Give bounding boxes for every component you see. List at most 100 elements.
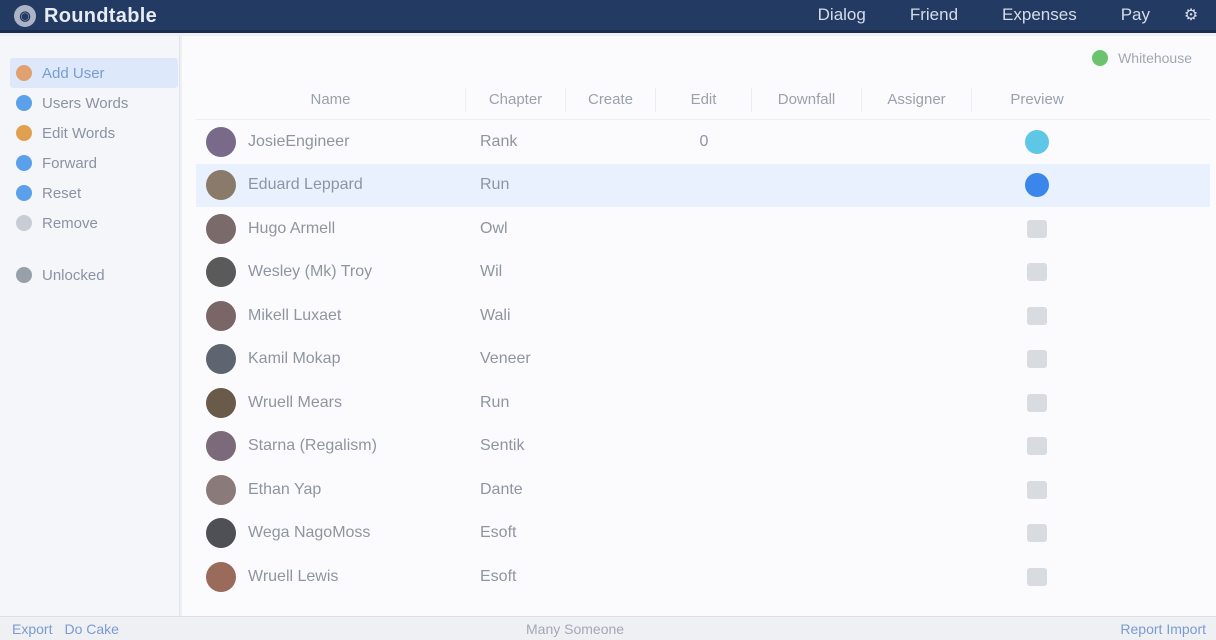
avatar [206, 518, 236, 549]
cell-chapter: Wil [480, 263, 503, 281]
column-header-chapter[interactable]: Chapter [466, 87, 566, 112]
sidebar-item[interactable]: Reset [10, 178, 178, 208]
column-header-create[interactable]: Create [566, 87, 656, 112]
sidebar-item-icon [16, 155, 32, 171]
table-body: JosieEngineer Rank 0 Eduard Leppard Run Hugo … [196, 120, 1210, 599]
cell-name: Wega NagoMoss [196, 518, 466, 549]
cell-preview [972, 393, 1102, 412]
preview-status-icon[interactable] [1025, 173, 1049, 198]
user-name: JosieEngineer [248, 132, 350, 150]
sidebar-item-icon [16, 215, 32, 231]
cell-chapter: Veneer [480, 350, 531, 368]
cell-chapter: Owl [480, 219, 508, 237]
sidebar-item-label: Users Words [42, 94, 129, 112]
preview-status-icon[interactable] [1027, 306, 1047, 325]
topnav-item-dialog[interactable]: Dialog [804, 5, 896, 25]
preview-status-icon[interactable] [1027, 350, 1047, 369]
user-name: Eduard Leppard [248, 176, 363, 194]
sidebar-list: Add User Users Words Edit Words Forward Rese… [10, 58, 178, 290]
cell-edit: 0 [699, 132, 709, 150]
preview-status-icon[interactable] [1025, 129, 1049, 154]
table-row[interactable]: Wruell Mears Run [196, 381, 1210, 425]
sidebar: Add User Users Words Edit Words Forward Rese… [0, 36, 180, 616]
cell-name: Hugo Armell [196, 213, 466, 244]
sidebar-item[interactable]: Add User [10, 58, 178, 88]
users-table: Name Chapter Create Edit Downfall Assign… [196, 80, 1210, 599]
sidebar-item-icon [16, 125, 32, 141]
column-header-downfall[interactable]: Downfall [752, 87, 862, 112]
cell-chapter: Esoft [480, 567, 517, 585]
cell-chapter: Dante [480, 480, 523, 498]
cell-name: Starna (Regalism) [196, 431, 466, 462]
table-row[interactable]: Hugo Armell Owl [196, 207, 1210, 251]
cell-preview [972, 263, 1102, 282]
table-row[interactable]: Kamil Mokap Veneer [196, 338, 1210, 382]
bottom-status: Many Someone [526, 621, 625, 637]
topnav-item-friend[interactable]: Friend [896, 5, 988, 25]
column-header-assigner[interactable]: Assigner [862, 87, 972, 112]
table-row[interactable]: Wesley (Mk) Troy Wil [196, 251, 1210, 295]
app-logo-icon: ◉ [14, 5, 36, 27]
cell-preview [972, 173, 1102, 198]
avatar [206, 344, 236, 375]
preview-status-icon[interactable] [1027, 480, 1047, 499]
sidebar-item-unlocked[interactable]: Unlocked [10, 260, 178, 290]
cell-name: Wruell Lewis [196, 561, 466, 592]
cell-preview [972, 524, 1102, 543]
preview-status-icon[interactable] [1027, 219, 1047, 238]
sidebar-item-label: Edit Words [42, 124, 116, 142]
table-row[interactable]: Wruell Lewis Esoft [196, 555, 1210, 599]
cell-preview [972, 219, 1102, 238]
cell-chapter: Sentik [480, 437, 525, 455]
sidebar-separator [10, 238, 178, 260]
report-import-link[interactable]: Report Import [1120, 621, 1206, 637]
sidebar-item-label: Reset [42, 184, 82, 202]
sidebar-item[interactable]: Users Words [10, 88, 178, 118]
user-name: Ethan Yap [248, 480, 322, 498]
preview-status-icon[interactable] [1027, 263, 1047, 282]
table-row[interactable]: Mikell Luxaet Wali [196, 294, 1210, 338]
column-header-edit[interactable]: Edit [656, 87, 752, 112]
user-name: Wesley (Mk) Troy [248, 263, 373, 281]
sidebar-item-icon [16, 95, 32, 111]
preview-status-icon[interactable] [1027, 393, 1047, 412]
column-header-name[interactable]: Name [196, 87, 466, 112]
topnav-item-expenses[interactable]: Expenses [988, 5, 1107, 25]
do-cake-link[interactable]: Do Cake [64, 621, 118, 637]
avatar [206, 431, 236, 462]
table-row[interactable]: Starna (Regalism) Sentik [196, 425, 1210, 469]
cell-preview [972, 480, 1102, 499]
cell-name: Mikell Luxaet [196, 300, 466, 331]
sidebar-item-icon [16, 185, 32, 201]
table-header: Name Chapter Create Edit Downfall Assign… [196, 80, 1210, 120]
cell-name: Eduard Leppard [196, 170, 466, 201]
sidebar-item[interactable]: Remove [10, 208, 178, 238]
avatar [206, 387, 236, 418]
table-row[interactable]: Wega NagoMoss Esoft [196, 512, 1210, 556]
avatar [206, 126, 236, 157]
column-header-preview[interactable]: Preview [972, 88, 1102, 112]
sidebar-item-label: Forward [42, 154, 98, 172]
cell-chapter: Wali [480, 306, 511, 324]
cell-name: Ethan Yap [196, 474, 466, 505]
avatar [206, 561, 236, 592]
gear-icon[interactable]: ⚙ [1180, 4, 1202, 26]
cell-preview [972, 567, 1102, 586]
preview-status-icon[interactable] [1027, 524, 1047, 543]
preview-status-icon[interactable] [1027, 567, 1047, 586]
export-link[interactable]: Export [12, 621, 52, 637]
online-indicator[interactable]: Whitehouse [1092, 50, 1192, 66]
brand[interactable]: ◉ Roundtable [14, 4, 157, 28]
topnav-item-pay[interactable]: Pay [1107, 5, 1180, 25]
table-row[interactable]: JosieEngineer Rank 0 [196, 120, 1210, 164]
sidebar-item[interactable]: Edit Words [10, 118, 178, 148]
sidebar-item[interactable]: Forward [10, 148, 178, 178]
cell-preview [972, 306, 1102, 325]
main-panel: Whitehouse Name Chapter Create Edit Down… [182, 36, 1216, 616]
table-row[interactable]: Ethan Yap Dante [196, 468, 1210, 512]
preview-status-icon[interactable] [1027, 437, 1047, 456]
avatar [206, 170, 236, 201]
cell-preview [972, 437, 1102, 456]
table-row[interactable]: Eduard Leppard Run [196, 163, 1210, 207]
sidebar-item-label: Add User [42, 64, 105, 82]
